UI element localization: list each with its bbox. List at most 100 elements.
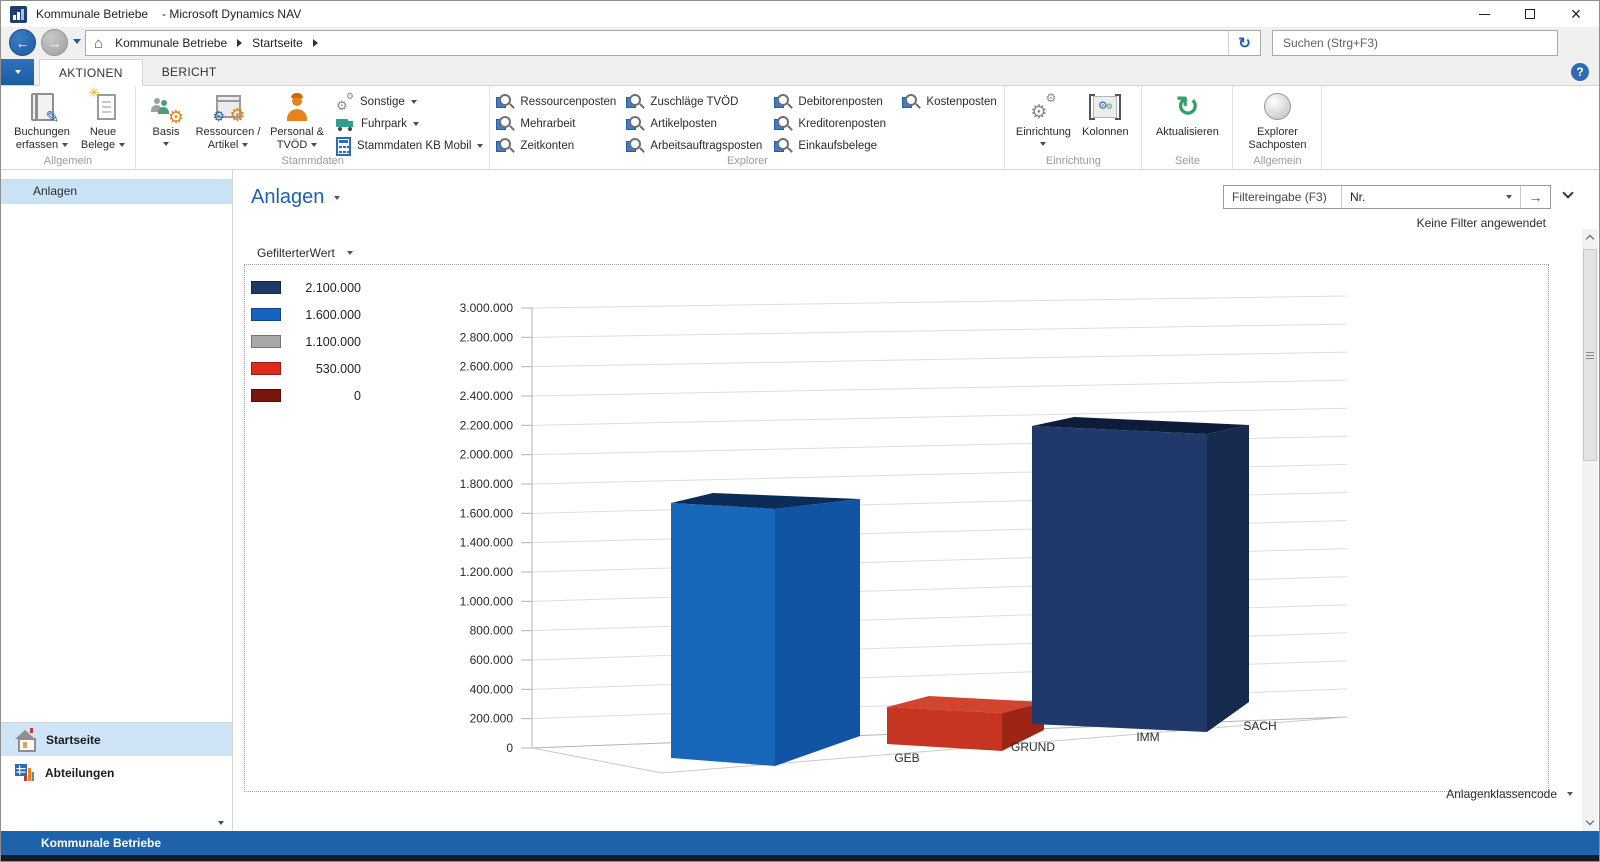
- ribbon-group-label: Stammdaten: [136, 155, 489, 167]
- zeitkonten-button[interactable]: Zeitkonten: [496, 135, 626, 157]
- button-label: Basis: [153, 126, 180, 138]
- arbeitsauftragsposten-button[interactable]: Arbeitsauftragsposten: [626, 135, 774, 157]
- chevron-down-icon: [1040, 142, 1046, 146]
- sidebar-item-abteilungen[interactable]: Abteilungen: [1, 756, 232, 789]
- measure-selector[interactable]: GefilterterWert: [257, 246, 353, 260]
- forward-button[interactable]: [41, 29, 68, 56]
- columns-gear-icon: [1093, 96, 1117, 118]
- restore-button[interactable]: [1507, 1, 1553, 27]
- application-menu-button[interactable]: [1, 59, 34, 85]
- history-dropdown-icon[interactable]: [73, 39, 81, 44]
- tab-bericht[interactable]: BERICHT: [143, 59, 236, 85]
- mehrarbeit-button[interactable]: Mehrarbeit: [496, 113, 626, 135]
- apply-filter-button[interactable]: [1520, 186, 1550, 208]
- legend-value: 1.600.000: [281, 308, 361, 322]
- vertical-scrollbar[interactable]: [1582, 229, 1598, 831]
- page-title: Anlagen: [251, 186, 340, 209]
- dynamics-nav-app-icon: [10, 6, 27, 23]
- buchungen-erfassen-button[interactable]: Buchungen erfassen: [7, 87, 77, 151]
- find-icon: [496, 138, 514, 154]
- ressourcenposten-button[interactable]: Ressourcenposten: [496, 91, 626, 113]
- einrichtung-button[interactable]: Einrichtung: [1011, 87, 1075, 146]
- dimension-selector[interactable]: Anlagenklassencode: [1446, 787, 1573, 801]
- debitorenposten-button[interactable]: Debitorenposten: [774, 91, 902, 113]
- svg-text:SACH: SACH: [1243, 719, 1276, 733]
- home-icon: [15, 731, 35, 749]
- search-input[interactable]: [1273, 36, 1557, 50]
- sidebar-item-anlagen[interactable]: Anlagen: [1, 179, 232, 204]
- page-content: Anlagen Filtereingabe (F3) Nr. Keine Fil…: [234, 170, 1599, 831]
- bar-chart: 3.000.0002.800.0002.600.0002.400.0002.20…: [245, 265, 1548, 791]
- breadcrumb-separator-icon[interactable]: [237, 39, 242, 47]
- search-box: [1272, 30, 1558, 56]
- collapse-filter-pane-icon[interactable]: [1562, 187, 1573, 198]
- kreditorenposten-button[interactable]: Kreditorenposten: [774, 113, 902, 135]
- find-icon: [902, 94, 920, 110]
- breadcrumb-company[interactable]: Kommunale Betriebe: [111, 36, 231, 50]
- sonstige-button[interactable]: Sonstige: [336, 91, 483, 113]
- legend-item: 0: [251, 382, 361, 409]
- explorer-sachposten-button[interactable]: Explorer Sachposten: [1239, 87, 1315, 151]
- configure-buttons-icon[interactable]: [218, 821, 224, 825]
- ribbon-group-stammdaten: Basis Ressourcen / Artikel Personal & TV…: [136, 86, 490, 169]
- neue-belege-button[interactable]: Neue Belege: [77, 87, 129, 151]
- ressourcen-artikel-button[interactable]: Ressourcen / Artikel: [190, 87, 266, 151]
- tab-aktionen[interactable]: AKTIONEN: [39, 59, 143, 86]
- restore-icon: [1525, 9, 1535, 19]
- refresh-icon[interactable]: [1228, 31, 1260, 55]
- scrollbar-thumb[interactable]: [1583, 249, 1597, 461]
- button-label: Neue Belege: [81, 126, 116, 151]
- ribbon-tab-row: AKTIONEN BERICHT: [1, 59, 1599, 86]
- ribbon-group-allgemein: Buchungen erfassen Neue Belege Allgemein: [1, 86, 136, 169]
- basis-button[interactable]: Basis: [142, 87, 190, 146]
- minimize-icon: [1479, 14, 1490, 15]
- button-label: Debitorenposten: [798, 96, 882, 108]
- kolonnen-button[interactable]: Kolonnen: [1075, 87, 1135, 139]
- button-label: Kreditorenposten: [798, 118, 886, 130]
- stammdaten-kb-mobil-button[interactable]: Stammdaten KB Mobil: [336, 135, 483, 157]
- measure-label-text: GefilterterWert: [257, 246, 335, 260]
- ribbon-group-label: Explorer: [490, 155, 1004, 167]
- breadcrumb-separator-icon[interactable]: [313, 39, 318, 47]
- close-icon: [1571, 5, 1582, 23]
- button-label: Zeitkonten: [520, 140, 574, 152]
- sidebar-item-startseite[interactable]: Startseite: [1, 723, 232, 756]
- sphere-icon: [1264, 93, 1291, 120]
- minimize-button[interactable]: [1461, 1, 1507, 27]
- filter-input[interactable]: Filtereingabe (F3): [1224, 186, 1342, 208]
- button-label: Stammdaten KB Mobil: [357, 140, 471, 152]
- find-icon: [774, 116, 792, 132]
- back-button[interactable]: [9, 29, 36, 56]
- artikelposten-button[interactable]: Artikelposten: [626, 113, 774, 135]
- chevron-down-icon[interactable]: [334, 196, 340, 200]
- people-gear-icon: [151, 92, 181, 122]
- legend-value: 1.100.000: [281, 335, 361, 349]
- sidebar-item-label: Startseite: [46, 733, 101, 747]
- svg-text:400.000: 400.000: [470, 682, 514, 696]
- zuschlaege-tvoed-button[interactable]: Zuschläge TVÖD: [626, 91, 774, 113]
- truck-icon: [336, 117, 355, 131]
- chevron-down-icon: [1586, 817, 1594, 825]
- filter-field-select[interactable]: Nr.: [1342, 190, 1520, 204]
- fuhrpark-button[interactable]: Fuhrpark: [336, 113, 483, 135]
- find-icon: [626, 94, 644, 110]
- svg-text:2.600.000: 2.600.000: [460, 360, 514, 374]
- aktualisieren-button[interactable]: Aktualisieren: [1148, 87, 1226, 139]
- scroll-up-button[interactable]: [1582, 229, 1598, 246]
- personal-tvoed-button[interactable]: Personal & TVÖD: [266, 87, 328, 151]
- svg-text:3.000.000: 3.000.000: [460, 301, 514, 315]
- button-label: Kolonnen: [1082, 126, 1129, 138]
- button-label: Aktualisieren: [1156, 126, 1219, 138]
- refresh-icon: [1176, 93, 1199, 121]
- departments-grid-icon: [15, 763, 34, 782]
- kostenposten-button[interactable]: Kostenposten: [902, 91, 998, 113]
- svg-text:2.400.000: 2.400.000: [460, 389, 514, 403]
- chevron-up-icon: [1586, 235, 1594, 243]
- close-button[interactable]: [1553, 1, 1599, 27]
- scroll-down-button[interactable]: [1582, 814, 1598, 831]
- chevron-down-icon: [163, 142, 169, 146]
- einkaufsbelege-button[interactable]: Einkaufsbelege: [774, 135, 902, 157]
- chevron-down-icon: [311, 143, 317, 147]
- breadcrumb-startseite[interactable]: Startseite: [248, 36, 307, 50]
- help-icon[interactable]: [1571, 63, 1589, 81]
